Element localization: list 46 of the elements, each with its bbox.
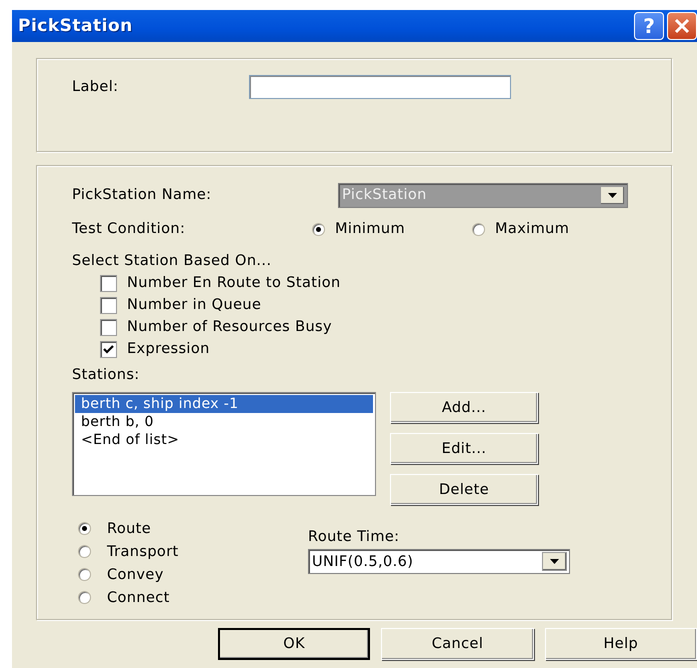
section-label: Select Station Based On... — [72, 252, 272, 271]
route-time-dropdown[interactable]: UNIF(0.5,0.6) — [308, 549, 570, 574]
dropdown-button[interactable] — [542, 552, 567, 571]
radio-button[interactable] — [472, 222, 485, 236]
option-label: Maximum — [495, 221, 570, 237]
field-label: Label: — [72, 79, 120, 95]
field-label: Test Condition: — [72, 221, 186, 237]
option-label: Connect — [107, 590, 170, 606]
option-label: Convey — [107, 566, 164, 582]
caret-icon — [550, 559, 559, 564]
checkbox[interactable] — [100, 274, 117, 292]
label-input-field[interactable] — [249, 75, 511, 99]
list-item[interactable]: berth c, ship index -1 — [75, 395, 373, 413]
radio-button[interactable] — [78, 568, 91, 581]
field-label: Route Time: — [308, 528, 400, 547]
stations-list[interactable]: berth c, ship index -1 berth b, 0 <End of list> — [72, 392, 376, 496]
checkmark-icon — [103, 344, 114, 354]
radio-button[interactable] — [78, 591, 91, 604]
window-title: PickStation — [18, 16, 134, 36]
close-button[interactable] — [667, 12, 697, 40]
list-action-button[interactable]: Delete — [390, 474, 538, 505]
option-label: Number En Route to Station — [127, 275, 341, 291]
close-icon — [674, 18, 690, 34]
radio-button[interactable] — [78, 545, 91, 558]
checkbox[interactable] — [100, 318, 117, 336]
list-action-button[interactable]: Add... — [390, 392, 538, 423]
section-label: Stations: — [72, 366, 141, 385]
checkbox[interactable] — [100, 296, 117, 314]
caret-icon — [608, 192, 617, 198]
dialog-button[interactable]: Help — [544, 628, 697, 660]
option-label: Transport — [107, 544, 179, 560]
list-action-button[interactable]: Edit... — [390, 433, 538, 464]
field-label: PickStation Name: — [72, 187, 212, 203]
help-button[interactable]: ? — [634, 12, 664, 40]
option-label: Route — [107, 520, 152, 536]
dialog-button[interactable]: Cancel — [381, 628, 534, 660]
radio-button[interactable] — [78, 522, 91, 535]
list-item[interactable]: berth b, 0 — [75, 413, 373, 431]
option-label: Minimum — [335, 221, 405, 237]
radio-button[interactable] — [312, 222, 325, 236]
checkbox[interactable] — [100, 340, 117, 358]
option-label: Number in Queue — [127, 297, 262, 313]
option-label: Expression — [127, 341, 210, 357]
list-item[interactable]: <End of list> — [75, 431, 373, 449]
option-label: Number of Resources Busy — [127, 319, 332, 335]
dialog-button[interactable]: OK — [218, 628, 370, 660]
